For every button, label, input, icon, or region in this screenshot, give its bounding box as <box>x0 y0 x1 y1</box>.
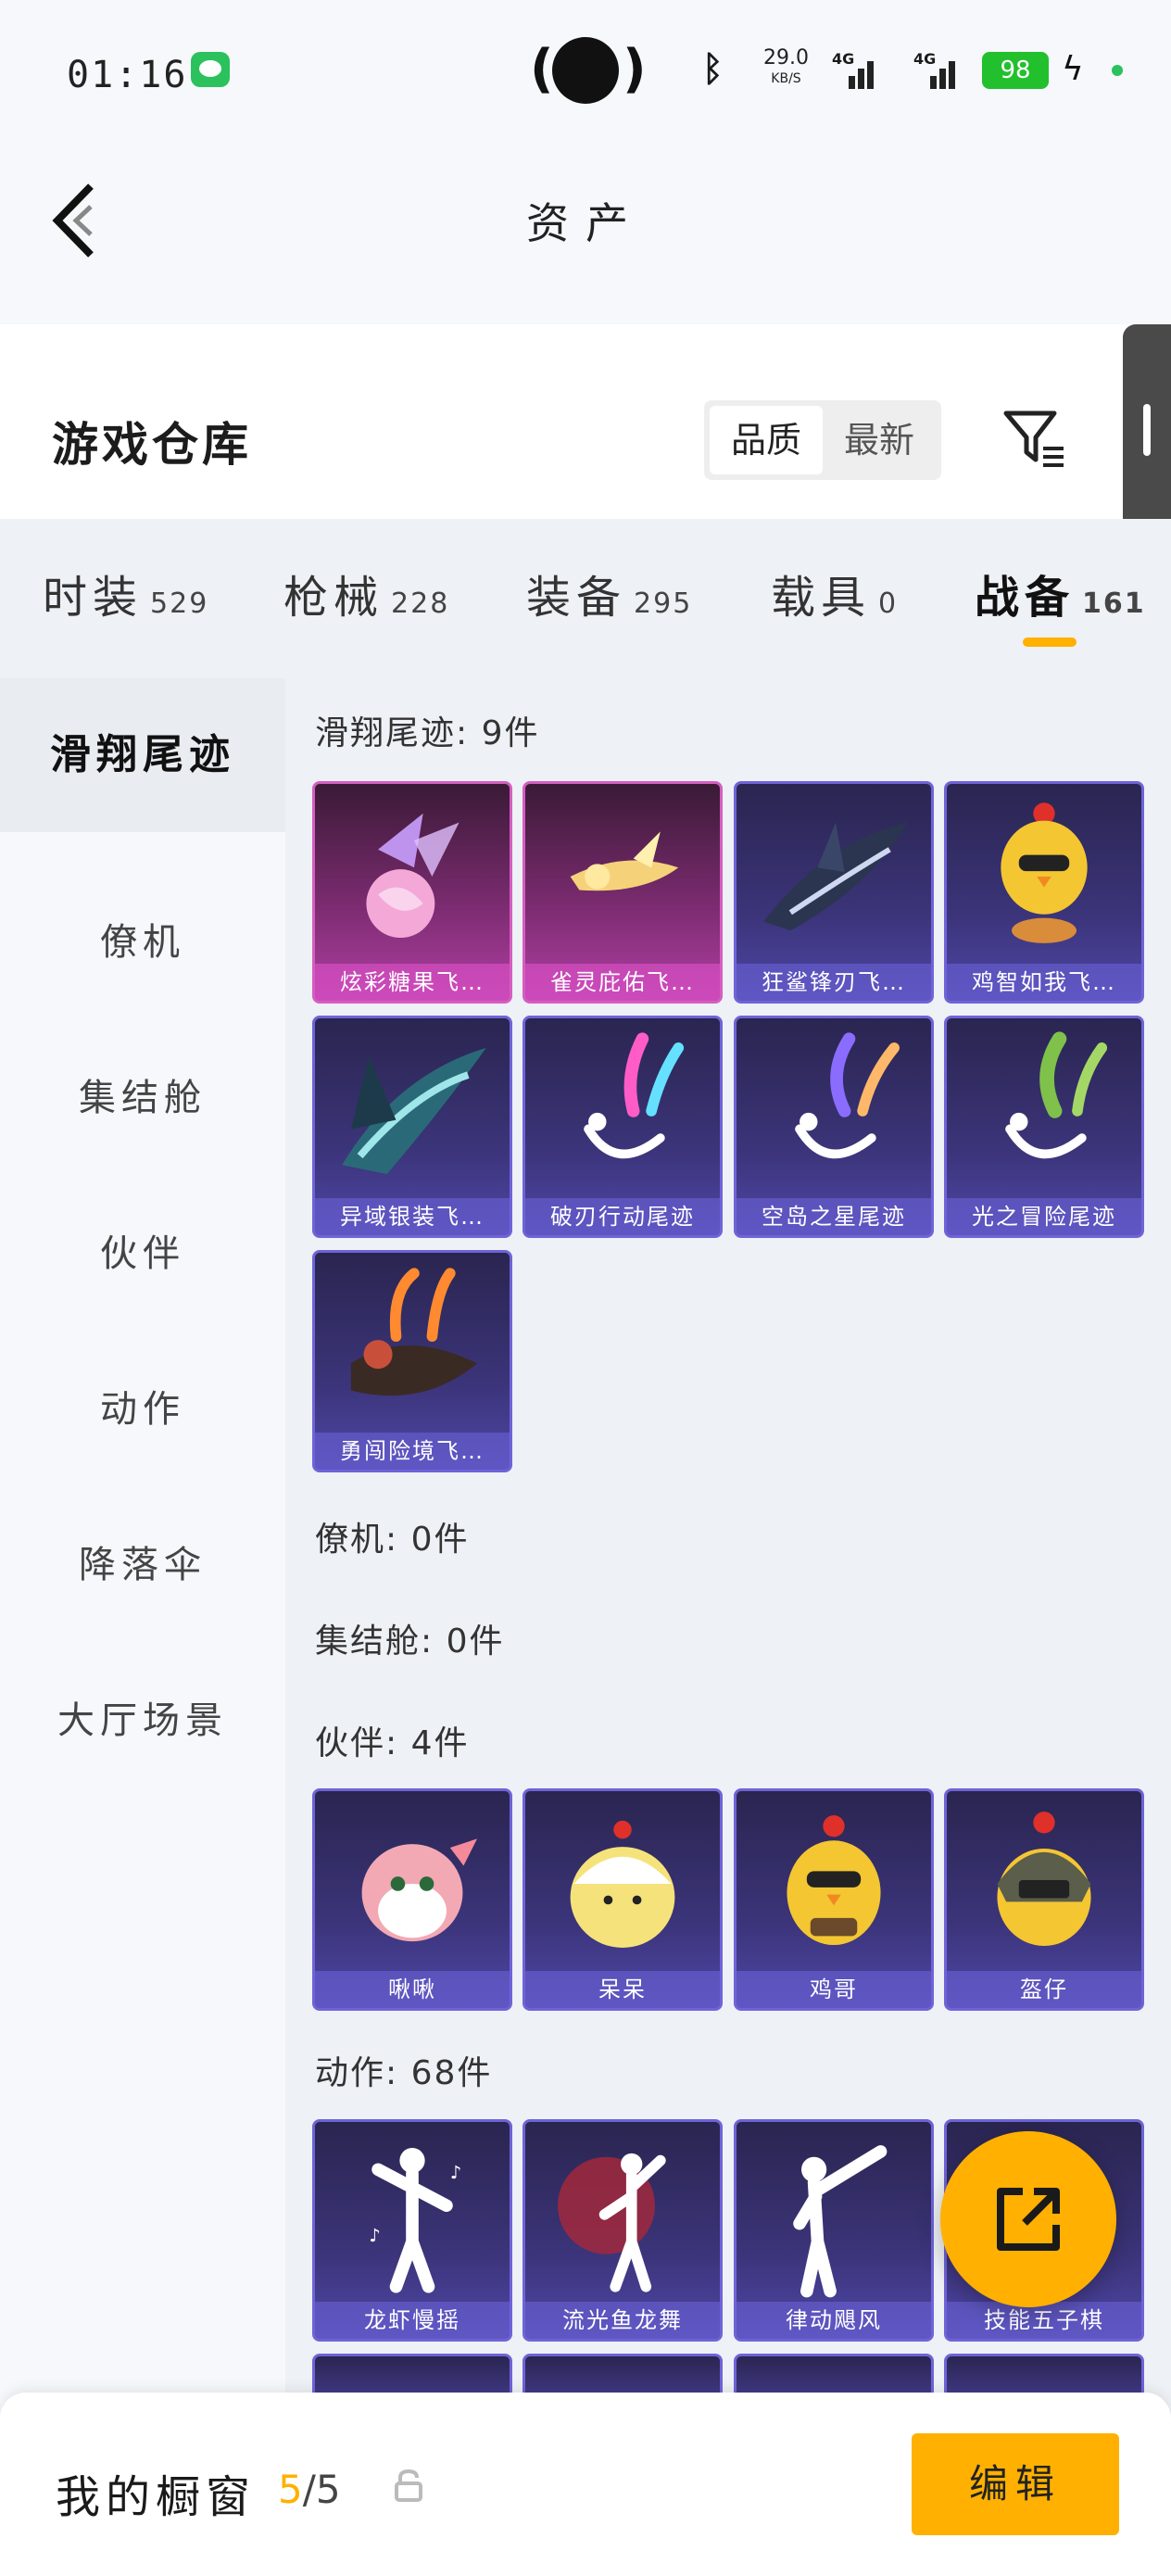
item-card[interactable]: 律动飓风 <box>734 2119 934 2342</box>
status-time: 01:16 <box>67 54 188 96</box>
sidebar-item-assembly-pod[interactable]: 集结舱 <box>0 1067 285 1121</box>
sidebar-item-parachute[interactable]: 降落伞 <box>0 1534 285 1588</box>
charging-icon: ϟ <box>1062 50 1084 88</box>
sort-newest-button[interactable]: 最新 <box>823 406 936 474</box>
chicken-brother-image <box>787 1815 881 1946</box>
section-title-action: 动作: 68件 <box>315 2054 493 2092</box>
net-speed: 29.0 KB/S <box>763 46 809 87</box>
trail-smoke-image <box>584 1032 685 1159</box>
item-card[interactable]: 勇闯险境飞… <box>312 1250 512 1472</box>
item-card[interactable]: 狂鲨锋刃飞… <box>734 781 934 1004</box>
section-title-glide-trail: 滑翔尾迹: 9件 <box>315 714 540 752</box>
sidebar-item-wingman[interactable]: 僚机 <box>0 912 285 966</box>
tab-combat-gear[interactable]: 战备 161 <box>975 561 1146 625</box>
tab-equipment[interactable]: 装备 295 <box>526 561 692 625</box>
pink-bird-image <box>361 1838 477 1942</box>
warehouse-title: 游戏仓库 <box>52 418 252 472</box>
battery-icon: 98 <box>982 52 1049 89</box>
item-card[interactable]: 炫彩糖果飞… <box>312 781 512 1004</box>
sidebar-item-action[interactable]: 动作 <box>0 1379 285 1433</box>
tab-vehicles[interactable]: 载具 0 <box>771 561 898 625</box>
dance-pose-image <box>558 2153 666 2292</box>
bluetooth-icon: ᛒ <box>702 48 724 89</box>
lock-icon <box>395 2469 422 2502</box>
active-tab-indicator <box>1023 638 1077 647</box>
filter-icon[interactable] <box>1001 406 1067 473</box>
item-card[interactable]: 鸡哥 <box>734 1788 934 2011</box>
chicken-glider-image <box>1001 802 1088 943</box>
chick-image <box>570 1820 675 1948</box>
svg-text:♪: ♪ <box>369 2225 380 2246</box>
item-card[interactable]: 呆呆 <box>523 1788 723 2011</box>
share-fab-button[interactable] <box>940 2131 1116 2307</box>
my-showcase-label: 我的橱窗 <box>56 2471 257 2523</box>
edit-button[interactable]: 编辑 <box>912 2433 1119 2535</box>
item-card[interactable]: 盔仔 <box>944 1788 1144 2011</box>
trail-smoke-image <box>795 1032 900 1159</box>
svg-text:♪: ♪ <box>450 2162 461 2183</box>
item-card[interactable]: ♪ ♪ 龙虾慢摇 <box>312 2119 512 2342</box>
page-title: 资产 <box>526 198 645 248</box>
silver-glider-image <box>342 1047 486 1174</box>
status-dot <box>1112 65 1123 76</box>
helmet-chick-image <box>997 1812 1091 1947</box>
item-card[interactable]: 鸡智如我飞… <box>944 781 1144 1004</box>
status-icons: ᛒ 29.0 KB/S 4G 4G 98 ϟ <box>702 48 1138 95</box>
sidebar-item-partner[interactable]: 伙伴 <box>0 1223 285 1277</box>
item-card[interactable]: 空岛之星尾迹 <box>734 1016 934 1238</box>
dance-pose-image: ♪ ♪ <box>369 2148 461 2293</box>
signal-icon-2: 4G <box>913 50 958 89</box>
item-card[interactable]: 破刃行动尾迹 <box>523 1016 723 1238</box>
item-card[interactable]: 流光鱼龙舞 <box>523 2119 723 2342</box>
showcase-slot-count: 5/5 <box>278 2467 341 2512</box>
tab-fashion[interactable]: 时装 529 <box>43 561 208 625</box>
tab-firearms[interactable]: 枪械 228 <box>283 561 449 625</box>
share-icon <box>997 2188 1060 2251</box>
sidebar: 滑翔尾迹 僚机 集结舱 伙伴 动作 降落伞 大厅场景 <box>0 678 285 2576</box>
sort-toggle: 品质 最新 <box>704 400 941 480</box>
candy-glider-image <box>366 813 460 939</box>
section-title-assembly-pod: 集结舱: 0件 <box>315 1623 505 1661</box>
trail-smoke-image <box>1005 1031 1108 1159</box>
status-bar: 01:16 ( ) ᛒ 29.0 KB/S 4G 4G 98 ϟ <box>0 0 1171 144</box>
item-card[interactable]: 雀灵庇佑飞… <box>523 781 723 1004</box>
item-card[interactable]: 啾啾 <box>312 1788 512 2011</box>
wechat-icon <box>191 52 230 87</box>
shark-glider-image <box>763 822 908 931</box>
bird-glider-image <box>570 831 679 891</box>
floating-side-handle[interactable] <box>1123 324 1171 536</box>
sidebar-item-lobby-scene[interactable]: 大厅场景 <box>0 1690 285 1744</box>
sidebar-item-glide-trail[interactable]: 滑翔尾迹 <box>0 678 285 832</box>
item-card[interactable]: 异域银装飞… <box>312 1016 512 1238</box>
section-title-wingman: 僚机: 0件 <box>315 1521 470 1559</box>
adventure-glider-image <box>350 1268 477 1396</box>
section-title-partner: 伙伴: 4件 <box>315 1724 470 1762</box>
voice-assistant-icon: ( ) <box>530 37 647 104</box>
dance-pose-image <box>793 2145 888 2298</box>
item-card[interactable]: 光之冒险尾迹 <box>944 1016 1144 1238</box>
signal-icon: 4G <box>832 50 876 89</box>
sort-quality-button[interactable]: 品质 <box>710 406 823 474</box>
